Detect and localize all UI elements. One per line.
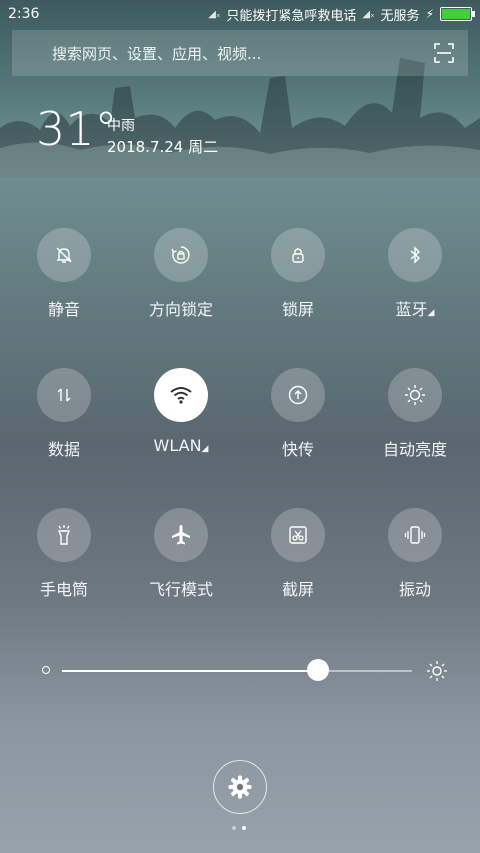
tile-flashlight[interactable]: 手电筒 — [14, 508, 114, 600]
lock-icon — [271, 228, 325, 282]
emergency-only-text: 只能拨打紧急呼救电话 — [226, 8, 357, 24]
tile-rotation-lock[interactable]: 方向锁定 — [131, 228, 231, 320]
brightness-fill — [62, 670, 318, 672]
tile-label: 振动 — [398, 580, 431, 599]
tile-label: 飞行模式 — [148, 580, 213, 599]
brightness-track[interactable] — [62, 670, 412, 672]
search-placeholder: 搜索网页、设置、应用、视频... — [52, 44, 262, 63]
mobile-data-icon — [37, 368, 91, 422]
auto-brightness-icon — [388, 368, 442, 422]
tile-label: 快传 — [281, 440, 314, 459]
brightness-slider[interactable] — [40, 654, 450, 688]
tile-label: 锁屏 — [281, 300, 314, 319]
brightness-high-icon — [427, 661, 447, 681]
tile-lock-screen[interactable]: 锁屏 — [248, 228, 348, 320]
tile-silent[interactable]: 静音 — [14, 228, 114, 320]
quick-transfer-icon — [271, 368, 325, 422]
gear-icon — [228, 775, 252, 799]
airplane-icon — [154, 508, 208, 562]
tile-auto-brightness[interactable]: 自动亮度 — [365, 368, 465, 460]
weather-temperature: 31° — [36, 102, 118, 156]
bell-off-icon — [37, 228, 91, 282]
scan-icon[interactable] — [434, 43, 454, 63]
tile-label: 截屏 — [281, 580, 314, 599]
tile-label-text: WLAN — [153, 436, 202, 455]
vibrate-icon — [388, 508, 442, 562]
page-dot-1 — [232, 826, 236, 830]
search-bar[interactable]: 搜索网页、设置、应用、视频... — [12, 30, 468, 76]
tile-label-text: 蓝牙 — [395, 300, 428, 319]
more-indicator-icon: ◢ — [201, 444, 209, 454]
rotation-lock-icon — [154, 228, 208, 282]
no-service-text: 无服务 — [380, 8, 420, 24]
tile-label: 方向锁定 — [148, 300, 213, 319]
flashlight-icon — [37, 508, 91, 562]
page-dot-2 — [242, 826, 246, 830]
tile-label: 自动亮度 — [382, 440, 447, 459]
tile-airplane-mode[interactable]: 飞行模式 — [131, 508, 231, 600]
tile-label: 数据 — [47, 440, 80, 459]
tile-vibrate[interactable]: 振动 — [365, 508, 465, 600]
tile-bluetooth[interactable]: 蓝牙◢ — [365, 228, 465, 320]
wifi-icon — [154, 368, 208, 422]
tile-screenshot[interactable]: 截屏 — [248, 508, 348, 600]
tile-label: 蓝牙◢ — [365, 296, 465, 320]
no-signal-icon-2: ◢ₓ — [362, 8, 375, 20]
charging-icon: ⚡ — [425, 7, 434, 21]
brightness-handle[interactable] — [306, 659, 329, 681]
more-indicator-icon: ◢ — [427, 308, 435, 318]
battery-icon — [440, 7, 475, 21]
status-bar: 2:36 ◢ₓ 只能拨打紧急呼救电话 ◢ₓ 无服务 ⚡ — [0, 0, 480, 28]
no-signal-icon: ◢ₓ — [208, 8, 221, 20]
tile-label: 静音 — [47, 300, 80, 319]
tile-wlan[interactable]: WLAN◢ — [131, 368, 231, 455]
tile-label: 手电筒 — [39, 580, 88, 599]
weather-condition: 中雨 — [107, 118, 135, 134]
bluetooth-icon — [388, 228, 442, 282]
brightness-low-icon — [42, 666, 50, 674]
page-indicator — [232, 826, 246, 830]
status-time: 2:36 — [8, 6, 40, 22]
settings-button[interactable] — [213, 760, 267, 814]
weather-date: 2018.7.24 周二 — [107, 138, 219, 156]
tile-label: WLAN◢ — [131, 436, 231, 455]
screenshot-icon — [271, 508, 325, 562]
tile-mobile-data[interactable]: 数据 — [14, 368, 114, 460]
tile-quick-transfer[interactable]: 快传 — [248, 368, 348, 460]
